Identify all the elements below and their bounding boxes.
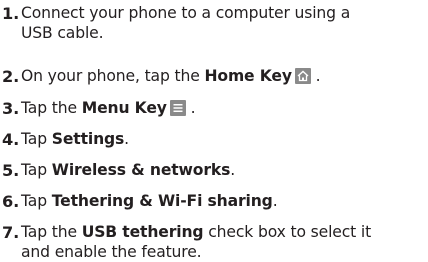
step-number: 1. (2, 4, 19, 24)
step-text: Tap Wireless & networks. (21, 161, 426, 181)
step-2: 2. On your phone, tap the Home Key . (0, 67, 426, 87)
step-text-post: . (230, 161, 235, 179)
step-text-line2: USB cable. (21, 24, 426, 44)
step-number: 2. (2, 67, 19, 87)
step-number: 3. (2, 99, 19, 119)
step-6: 6. Tap Tethering & Wi-Fi sharing. (0, 192, 426, 212)
step-text-pre: Tap (21, 130, 52, 148)
step-text-post: . (186, 99, 196, 117)
step-text: Tap the Menu Key . (21, 99, 426, 119)
step-text: Tap Tethering & Wi-Fi sharing. (21, 192, 426, 212)
step-text: On your phone, tap the Home Key . (21, 67, 426, 87)
step-text-line2: and enable the feature. (21, 243, 426, 262)
step-1: 1. Connect your phone to a computer usin… (0, 4, 426, 43)
menu-icon (170, 100, 186, 116)
step-text-post: check box to select it (203, 223, 371, 241)
step-text-post: . (124, 130, 129, 148)
step-text-pre: Tap (21, 192, 52, 210)
step-text-pre: On your phone, tap the (21, 67, 204, 85)
step-number: 4. (2, 130, 19, 150)
step-text-pre: Connect your phone to a computer using a (21, 4, 350, 22)
step-text: Tap Settings. (21, 130, 426, 150)
step-text-pre: Tap the (21, 223, 82, 241)
step-text-post: . (311, 67, 321, 85)
step-text-pre: Tap (21, 161, 52, 179)
step-number: 5. (2, 161, 19, 181)
step-text-pre: Tap the (21, 99, 82, 117)
step-text-bold: USB tethering (82, 223, 204, 241)
step-number: 6. (2, 192, 19, 212)
step-4: 4. Tap Settings. (0, 130, 426, 150)
step-text-post: . (273, 192, 278, 210)
step-text: Connect your phone to a computer using a… (21, 4, 426, 43)
step-text-bold: Settings (52, 130, 124, 148)
step-7: 7. Tap the USB tethering check box to se… (0, 223, 426, 262)
step-text-bold: Wireless & networks (52, 161, 231, 179)
step-number: 7. (2, 223, 19, 243)
step-text: Tap the USB tethering check box to selec… (21, 223, 426, 262)
step-text-bold: Home Key (204, 67, 291, 85)
step-3: 3. Tap the Menu Key . (0, 99, 426, 119)
step-text-bold: Tethering & Wi-Fi sharing (52, 192, 273, 210)
step-5: 5. Tap Wireless & networks. (0, 161, 426, 181)
step-text-bold: Menu Key (82, 99, 167, 117)
home-icon (295, 68, 311, 84)
